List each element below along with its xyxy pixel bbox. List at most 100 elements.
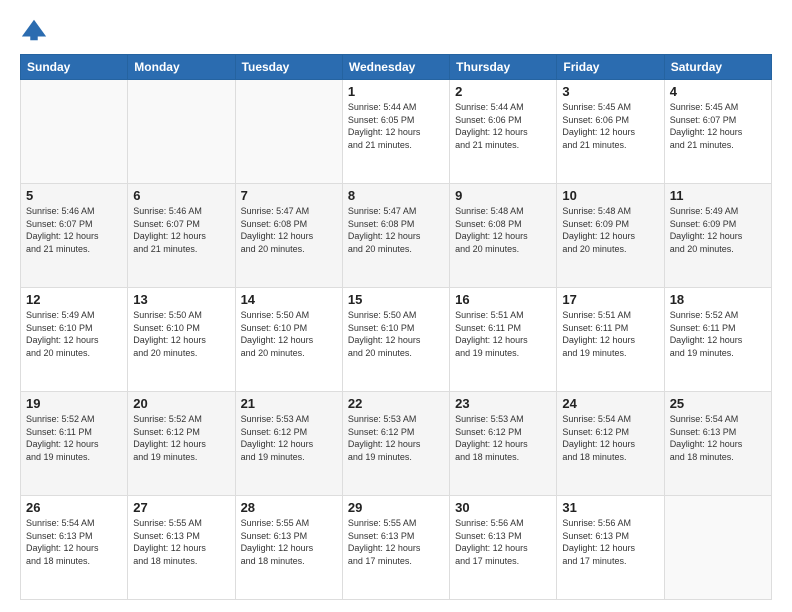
calendar-cell: 10 Sunrise: 5:48 AM Sunset: 6:09 PM Dayli… <box>557 184 664 288</box>
calendar-cell: 9 Sunrise: 5:48 AM Sunset: 6:08 PM Daylig… <box>450 184 557 288</box>
day-number: 3 <box>562 84 658 99</box>
day-number: 26 <box>26 500 122 515</box>
calendar-cell: 14Sunrise: 5:50 AM Sunset: 6:10 PM Dayli… <box>235 288 342 392</box>
day-info: Sunrise: 5:50 AM Sunset: 6:10 PM Dayligh… <box>133 309 229 359</box>
day-info: Sunrise: 5:47 AM Sunset: 6:08 PM Dayligh… <box>348 205 444 255</box>
calendar-cell: 15 Sunrise: 5:50 AM Sunset: 6:10 PM Dayli… <box>342 288 449 392</box>
day-number: 1 <box>348 84 444 99</box>
day-number: 23 <box>455 396 551 411</box>
logo-icon <box>20 16 48 44</box>
day-info: Sunrise: 5:50 AM Sunset: 6:10 PM Dayligh… <box>241 309 337 359</box>
calendar-week-1: 1 Sunrise: 5:44 AM Sunset: 6:05 PM Daylig… <box>21 80 772 184</box>
day-number: 16 <box>455 292 551 307</box>
day-number: 6 <box>133 188 229 203</box>
calendar-cell: 22Sunrise: 5:53 AM Sunset: 6:12 PM Dayli… <box>342 392 449 496</box>
calendar-cell: 21Sunrise: 5:53 AM Sunset: 6:12 PM Dayli… <box>235 392 342 496</box>
calendar-cell: 18 Sunrise: 5:52 AM Sunset: 6:11 PM Dayli… <box>664 288 771 392</box>
day-number: 24 <box>562 396 658 411</box>
calendar-cell: 20 Sunrise: 5:52 AM Sunset: 6:12 PM Dayli… <box>128 392 235 496</box>
day-number: 5 <box>26 188 122 203</box>
day-info: Sunrise: 5:54 AM Sunset: 6:13 PM Dayligh… <box>26 517 122 567</box>
day-info: Sunrise: 5:49 AM Sunset: 6:09 PM Dayligh… <box>670 205 766 255</box>
day-info: Sunrise: 5:46 AM Sunset: 6:07 PM Dayligh… <box>133 205 229 255</box>
logo <box>20 16 52 44</box>
weekday-header-row: SundayMondayTuesdayWednesdayThursdayFrid… <box>21 55 772 80</box>
page: SundayMondayTuesdayWednesdayThursdayFrid… <box>0 0 792 612</box>
day-number: 15 <box>348 292 444 307</box>
calendar-cell: 12Sunrise: 5:49 AM Sunset: 6:10 PM Dayli… <box>21 288 128 392</box>
day-number: 27 <box>133 500 229 515</box>
calendar-cell: 5Sunrise: 5:46 AM Sunset: 6:07 PM Daylig… <box>21 184 128 288</box>
day-info: Sunrise: 5:52 AM Sunset: 6:12 PM Dayligh… <box>133 413 229 463</box>
day-number: 19 <box>26 396 122 411</box>
calendar-cell: 16 Sunrise: 5:51 AM Sunset: 6:11 PM Dayli… <box>450 288 557 392</box>
calendar-cell <box>235 80 342 184</box>
day-info: Sunrise: 5:44 AM Sunset: 6:06 PM Dayligh… <box>455 101 551 151</box>
weekday-header-sunday: Sunday <box>21 55 128 80</box>
calendar-week-2: 5 Sunrise: 5:46 AM Sunset: 6:07 PM Daylig… <box>21 184 772 288</box>
day-number: 13 <box>133 292 229 307</box>
day-info: Sunrise: 5:51 AM Sunset: 6:11 PM Dayligh… <box>562 309 658 359</box>
calendar-cell: 17 Sunrise: 5:51 AM Sunset: 6:11 PM Dayli… <box>557 288 664 392</box>
day-info: Sunrise: 5:48 AM Sunset: 6:08 PM Dayligh… <box>455 205 551 255</box>
weekday-header-wednesday: Wednesday <box>342 55 449 80</box>
day-info: Sunrise: 5:53 AM Sunset: 6:12 PM Dayligh… <box>455 413 551 463</box>
day-info: Sunrise: 5:47 AM Sunset: 6:08 PM Dayligh… <box>241 205 337 255</box>
day-number: 8 <box>348 188 444 203</box>
day-info: Sunrise: 5:52 AM Sunset: 6:11 PM Dayligh… <box>26 413 122 463</box>
calendar-cell: 7 Sunrise: 5:47 AM Sunset: 6:08 PM Daylig… <box>235 184 342 288</box>
calendar-week-5: 26 Sunrise: 5:54 AM Sunset: 6:13 PM Dayli… <box>21 496 772 600</box>
calendar-cell: 1 Sunrise: 5:44 AM Sunset: 6:05 PM Daylig… <box>342 80 449 184</box>
calendar-cell: 31 Sunrise: 5:56 AM Sunset: 6:13 PM Dayli… <box>557 496 664 600</box>
calendar-cell: 3 Sunrise: 5:45 AM Sunset: 6:06 PM Daylig… <box>557 80 664 184</box>
calendar-cell: 23 Sunrise: 5:53 AM Sunset: 6:12 PM Dayli… <box>450 392 557 496</box>
day-number: 29 <box>348 500 444 515</box>
day-number: 20 <box>133 396 229 411</box>
calendar-cell: 6 Sunrise: 5:46 AM Sunset: 6:07 PM Daylig… <box>128 184 235 288</box>
calendar-cell: 19 Sunrise: 5:52 AM Sunset: 6:11 PM Dayli… <box>21 392 128 496</box>
calendar-table: SundayMondayTuesdayWednesdayThursdayFrid… <box>20 54 772 600</box>
calendar-cell <box>128 80 235 184</box>
day-number: 7 <box>241 188 337 203</box>
calendar-cell: 4Sunrise: 5:45 AM Sunset: 6:07 PM Daylig… <box>664 80 771 184</box>
day-info: Sunrise: 5:54 AM Sunset: 6:12 PM Dayligh… <box>562 413 658 463</box>
day-number: 18 <box>670 292 766 307</box>
day-number: 17 <box>562 292 658 307</box>
day-number: 10 <box>562 188 658 203</box>
day-info: Sunrise: 5:56 AM Sunset: 6:13 PM Dayligh… <box>455 517 551 567</box>
day-number: 30 <box>455 500 551 515</box>
calendar-week-4: 19 Sunrise: 5:52 AM Sunset: 6:11 PM Dayli… <box>21 392 772 496</box>
header <box>20 16 772 44</box>
weekday-header-thursday: Thursday <box>450 55 557 80</box>
day-info: Sunrise: 5:56 AM Sunset: 6:13 PM Dayligh… <box>562 517 658 567</box>
day-info: Sunrise: 5:49 AM Sunset: 6:10 PM Dayligh… <box>26 309 122 359</box>
day-info: Sunrise: 5:48 AM Sunset: 6:09 PM Dayligh… <box>562 205 658 255</box>
calendar-cell: 27Sunrise: 5:55 AM Sunset: 6:13 PM Dayli… <box>128 496 235 600</box>
day-number: 2 <box>455 84 551 99</box>
day-number: 31 <box>562 500 658 515</box>
day-number: 4 <box>670 84 766 99</box>
weekday-header-monday: Monday <box>128 55 235 80</box>
calendar-cell: 29 Sunrise: 5:55 AM Sunset: 6:13 PM Dayli… <box>342 496 449 600</box>
day-number: 25 <box>670 396 766 411</box>
day-number: 9 <box>455 188 551 203</box>
weekday-header-friday: Friday <box>557 55 664 80</box>
day-info: Sunrise: 5:54 AM Sunset: 6:13 PM Dayligh… <box>670 413 766 463</box>
day-info: Sunrise: 5:53 AM Sunset: 6:12 PM Dayligh… <box>241 413 337 463</box>
day-info: Sunrise: 5:52 AM Sunset: 6:11 PM Dayligh… <box>670 309 766 359</box>
day-info: Sunrise: 5:45 AM Sunset: 6:06 PM Dayligh… <box>562 101 658 151</box>
day-info: Sunrise: 5:44 AM Sunset: 6:05 PM Dayligh… <box>348 101 444 151</box>
calendar-cell: 26 Sunrise: 5:54 AM Sunset: 6:13 PM Dayli… <box>21 496 128 600</box>
day-info: Sunrise: 5:55 AM Sunset: 6:13 PM Dayligh… <box>241 517 337 567</box>
calendar-cell: 11 Sunrise: 5:49 AM Sunset: 6:09 PM Dayli… <box>664 184 771 288</box>
day-info: Sunrise: 5:53 AM Sunset: 6:12 PM Dayligh… <box>348 413 444 463</box>
day-info: Sunrise: 5:51 AM Sunset: 6:11 PM Dayligh… <box>455 309 551 359</box>
calendar-cell <box>21 80 128 184</box>
day-info: Sunrise: 5:50 AM Sunset: 6:10 PM Dayligh… <box>348 309 444 359</box>
calendar-cell: 30 Sunrise: 5:56 AM Sunset: 6:13 PM Dayli… <box>450 496 557 600</box>
day-info: Sunrise: 5:55 AM Sunset: 6:13 PM Dayligh… <box>348 517 444 567</box>
day-number: 11 <box>670 188 766 203</box>
calendar-cell: 24 Sunrise: 5:54 AM Sunset: 6:12 PM Dayli… <box>557 392 664 496</box>
calendar-cell: 25 Sunrise: 5:54 AM Sunset: 6:13 PM Dayli… <box>664 392 771 496</box>
calendar-week-3: 12Sunrise: 5:49 AM Sunset: 6:10 PM Dayli… <box>21 288 772 392</box>
